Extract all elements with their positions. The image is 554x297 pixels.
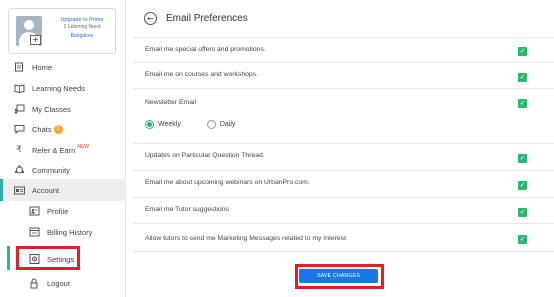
settings-active-indicator bbox=[7, 246, 10, 270]
sidebar-item-label: Profile bbox=[47, 206, 69, 216]
sidebar-item-label: Account bbox=[32, 185, 60, 195]
save-button-highlight bbox=[295, 264, 384, 289]
classroom-icon bbox=[13, 103, 25, 115]
newsletter-checkbox[interactable]: ✓ bbox=[518, 99, 527, 108]
sidebar-item-refer-earn[interactable]: ₹ Refer & Earn NEW bbox=[0, 139, 126, 161]
sidebar-item-label: Learning Needs bbox=[32, 83, 85, 93]
chat-icon bbox=[13, 123, 25, 135]
sidebar-item-billing-history[interactable]: Billing History bbox=[0, 221, 126, 243]
preference-row-tutor-suggestions: Email me Tutor suggestions ✓ bbox=[133, 198, 554, 224]
billing-icon bbox=[28, 226, 40, 238]
page-title: Email Preferences bbox=[166, 13, 248, 24]
preference-row-courses: Email me on courses and workshops. ✓ bbox=[133, 63, 554, 89]
avatar[interactable]: + bbox=[16, 16, 42, 46]
sidebar-item-learning-needs[interactable]: Learning Needs bbox=[0, 77, 126, 99]
radio-weekly-indicator[interactable] bbox=[145, 120, 154, 129]
newsletter-frequency: Weekly Daily bbox=[145, 120, 261, 129]
sidebar-item-label: Chats bbox=[32, 124, 52, 134]
learning-need-count: 1 Learning Need bbox=[63, 24, 101, 30]
courses-checkbox[interactable]: ✓ bbox=[518, 73, 527, 82]
sidebar-item-my-classes[interactable]: My Classes bbox=[0, 98, 126, 120]
add-photo-icon[interactable]: + bbox=[30, 35, 41, 45]
question-thread-checkbox[interactable]: ✓ bbox=[518, 154, 527, 163]
page-header: ← Email Preferences bbox=[133, 0, 554, 38]
upgrade-to-prime-link[interactable]: Upgrade to Prime bbox=[49, 16, 115, 24]
preference-row-offers: Email me special offers and promotions. … bbox=[133, 38, 554, 63]
preference-row-newsletter: Newsletter Email ✓ bbox=[133, 89, 554, 144]
radio-daily-indicator[interactable] bbox=[206, 120, 216, 129]
sidebar-item-community[interactable]: Community bbox=[0, 159, 126, 181]
account-card-icon bbox=[13, 184, 25, 196]
location-link[interactable]: Bangalore bbox=[49, 32, 115, 40]
chat-count-badge: 2 bbox=[53, 124, 63, 134]
sidebar-item-label: Refer & Earn bbox=[32, 145, 76, 155]
lock-icon bbox=[28, 277, 40, 289]
radio-daily[interactable]: Daily bbox=[206, 120, 235, 129]
preference-label: Allow tutors to send me Marketing Messag… bbox=[145, 235, 346, 242]
rupee-icon: ₹ bbox=[16, 145, 22, 155]
preference-label: Email me Tutor suggestions bbox=[145, 206, 229, 213]
sidebar-item-label: Community bbox=[32, 165, 70, 175]
preference-label: Email me special offers and promotions. bbox=[145, 46, 266, 53]
tutor-suggestions-checkbox[interactable]: ✓ bbox=[518, 208, 527, 217]
back-arrow-icon[interactable]: ← bbox=[144, 12, 157, 25]
preference-row-question-thread: Updates on Particular Question Thread. ✓ bbox=[133, 144, 554, 171]
profile-card: + Upgrade to Prime 1 Learning Need Banga… bbox=[8, 8, 116, 54]
preference-row-marketing: Allow tutors to send me Marketing Messag… bbox=[133, 224, 554, 252]
offers-checkbox[interactable]: ✓ bbox=[518, 47, 527, 56]
preference-label: Email me on courses and workshops. bbox=[145, 71, 258, 78]
sidebar-item-home[interactable]: Home bbox=[0, 56, 126, 78]
webinars-checkbox[interactable]: ✓ bbox=[518, 181, 527, 190]
settings-highlight bbox=[16, 246, 80, 270]
preference-label: Newsletter Email bbox=[145, 99, 196, 106]
new-tag: NEW bbox=[77, 144, 90, 150]
community-icon bbox=[13, 164, 25, 176]
sidebar-item-account[interactable]: Account bbox=[0, 179, 126, 201]
email-preferences-panel: ← Email Preferences Email me special off… bbox=[133, 0, 554, 297]
preference-label: Updates on Particular Question Thread. bbox=[145, 152, 265, 159]
radio-weekly[interactable]: Weekly bbox=[145, 120, 181, 129]
sidebar-item-label: Home bbox=[32, 62, 53, 72]
sidebar-item-logout[interactable]: Logout bbox=[0, 272, 126, 294]
preference-label: Email me about upcoming webinars on Urba… bbox=[145, 179, 310, 186]
sidebar-item-label: Logout bbox=[47, 278, 70, 288]
sidebar-item-profile[interactable]: Profile bbox=[0, 200, 126, 222]
sidebar-item-label: My Classes bbox=[32, 104, 71, 114]
marketing-checkbox[interactable]: ✓ bbox=[518, 235, 527, 244]
home-icon bbox=[13, 61, 25, 73]
sidebar-item-chats[interactable]: Chats 2 bbox=[0, 118, 126, 140]
sidebar-item-label: Billing History bbox=[47, 227, 93, 237]
profile-icon bbox=[28, 205, 40, 217]
book-icon bbox=[13, 82, 25, 94]
preference-row-webinars: Email me about upcoming webinars on Urba… bbox=[133, 171, 554, 198]
